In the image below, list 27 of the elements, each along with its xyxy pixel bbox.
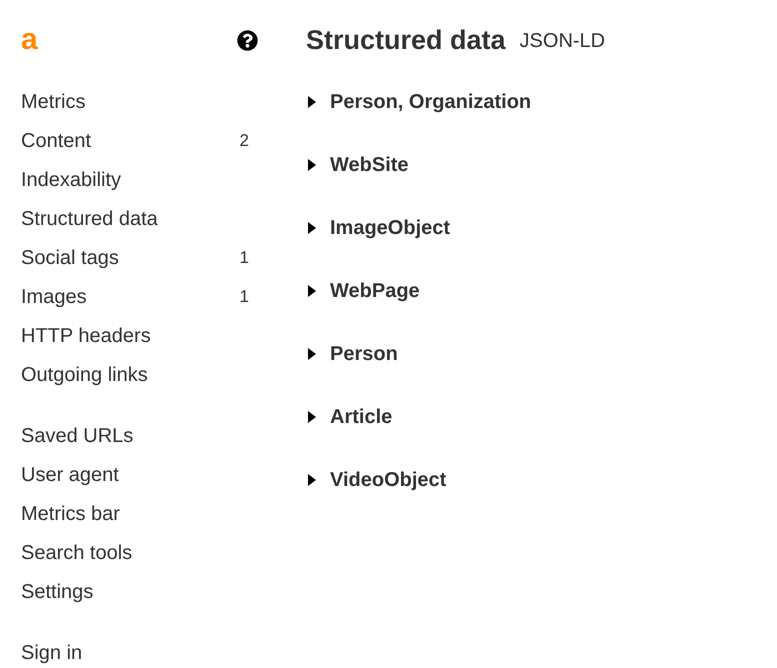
section-header[interactable]: Person bbox=[306, 341, 606, 367]
section-header[interactable]: ImageObject bbox=[306, 215, 606, 241]
item-count: 2 bbox=[240, 130, 249, 152]
nav-link[interactable]: Structured data bbox=[21, 206, 258, 232]
nav-link[interactable]: Metrics bar bbox=[21, 501, 258, 527]
nav-link[interactable]: Content 2 bbox=[21, 128, 258, 154]
format-label: JSON-LD bbox=[520, 29, 606, 54]
nav-link[interactable]: Saved URLs bbox=[21, 423, 258, 449]
nav-link[interactable]: HTTP headers bbox=[21, 323, 258, 349]
section-header[interactable]: Article bbox=[306, 404, 606, 430]
help-icon[interactable] bbox=[237, 30, 258, 50]
nav-link[interactable]: User agent bbox=[21, 462, 258, 488]
section-header[interactable]: WebPage bbox=[306, 278, 606, 304]
item-count: 1 bbox=[240, 247, 249, 269]
page-title: Structured data bbox=[306, 24, 506, 56]
section-header[interactable]: Person, Organization bbox=[306, 89, 606, 115]
nav-link[interactable]: Indexability bbox=[21, 167, 258, 193]
nav-link[interactable]: Metrics bbox=[21, 89, 258, 115]
nav-link[interactable]: Settings bbox=[21, 579, 258, 605]
nav-link[interactable]: Sign in bbox=[21, 640, 258, 666]
section-header[interactable]: VideoObject bbox=[306, 467, 606, 493]
nav-link[interactable]: Search tools bbox=[21, 540, 258, 566]
item-count: 1 bbox=[240, 286, 249, 308]
section-header[interactable]: WebSite bbox=[306, 152, 606, 178]
nav-link[interactable]: Images 1 bbox=[21, 284, 258, 310]
nav-link[interactable]: Social tags 1 bbox=[21, 245, 258, 271]
nav-link[interactable]: Outgoing links bbox=[21, 362, 258, 388]
